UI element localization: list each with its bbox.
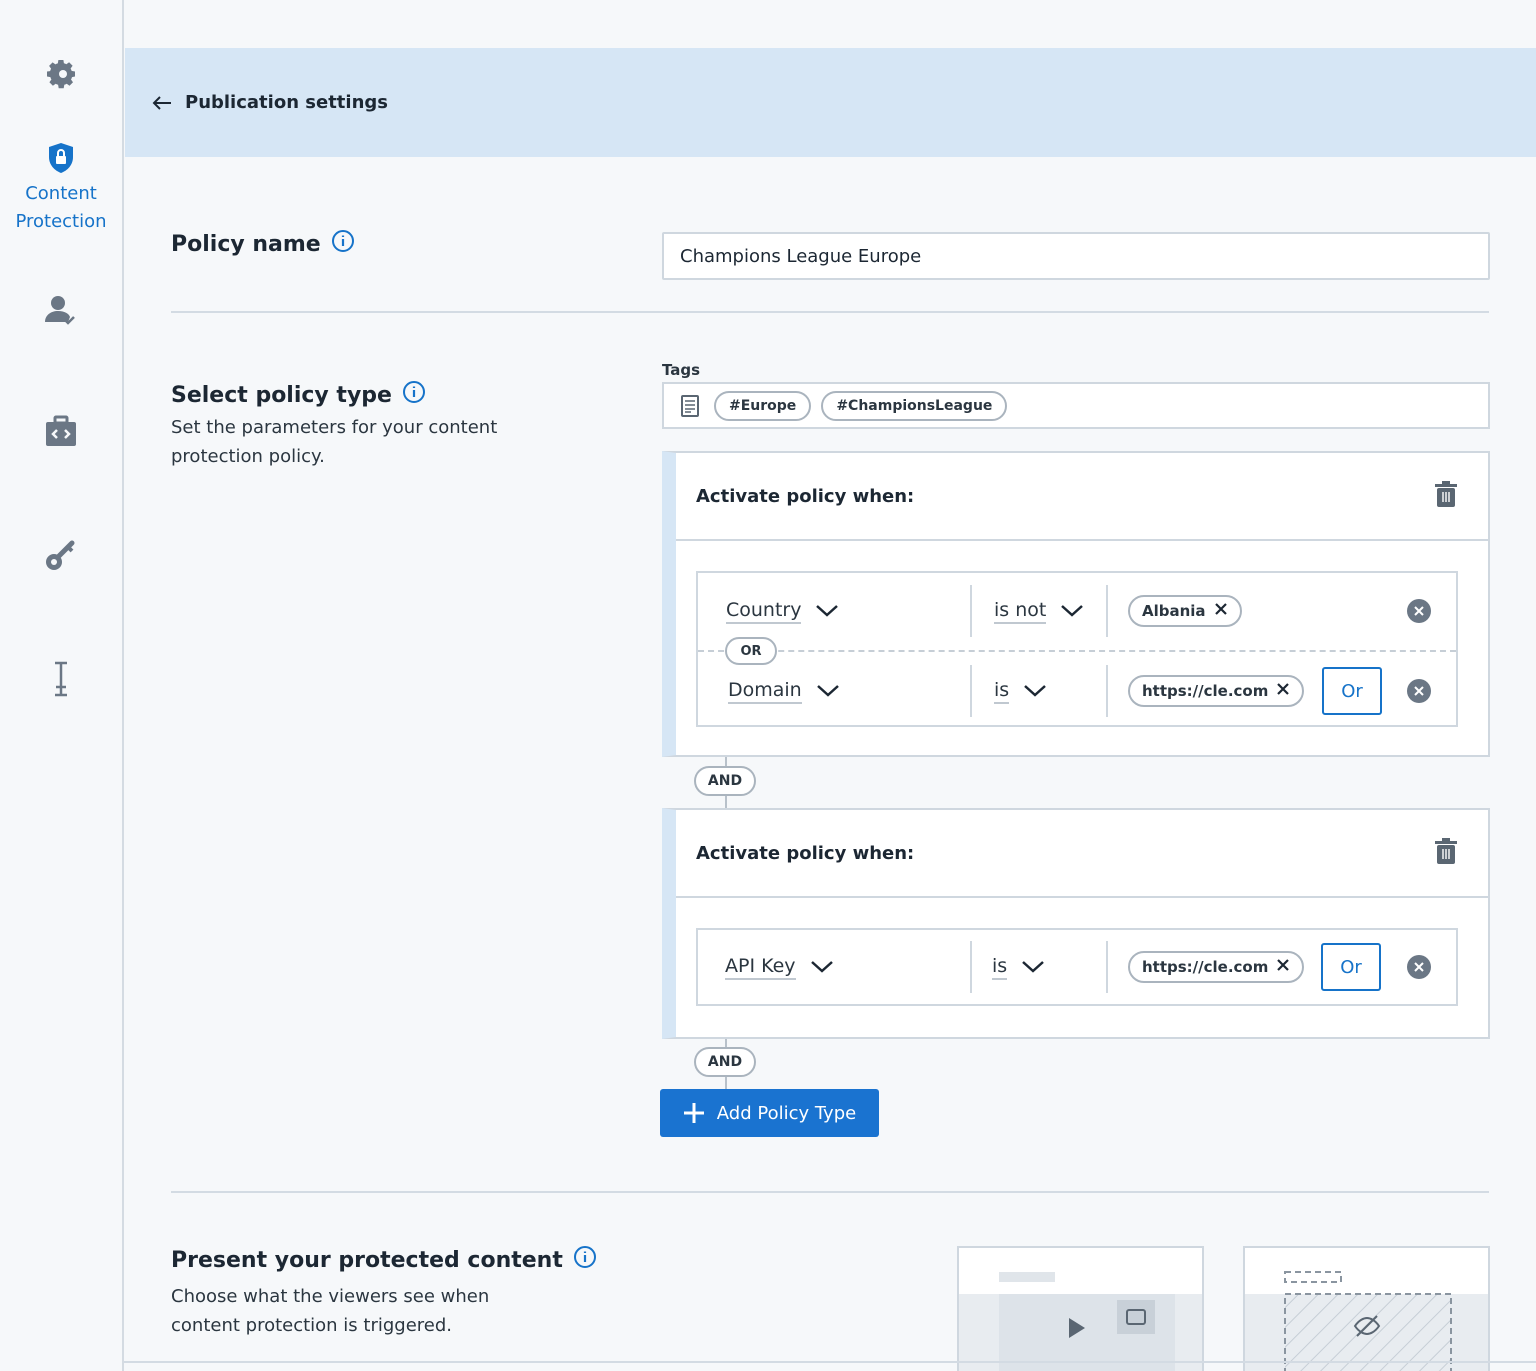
- document-icon: [681, 394, 699, 417]
- card-header: Activate policy when:: [676, 810, 1488, 898]
- present-content-description: Choose what the viewers see when content…: [171, 1286, 490, 1336]
- close-circle-icon: [1407, 679, 1431, 703]
- rule-group: API Key is https://cle.com Or: [696, 928, 1458, 1006]
- info-icon[interactable]: [573, 1245, 597, 1275]
- sidebar-item-settings[interactable]: [0, 58, 122, 90]
- or-divider: [698, 650, 1456, 652]
- operator-select[interactable]: is: [994, 665, 1047, 717]
- policy-name-input[interactable]: [662, 232, 1490, 280]
- and-separator: AND: [694, 766, 756, 796]
- policy-type-label: Select policy type: [171, 382, 392, 408]
- card-title: Activate policy when:: [696, 485, 915, 507]
- rule-group: Country is not Albania OR Domain is http…: [696, 571, 1458, 727]
- value-chip: https://cle.com: [1128, 951, 1305, 983]
- info-icon[interactable]: [331, 229, 355, 259]
- operator-select[interactable]: is not: [994, 585, 1084, 637]
- add-policy-type-button[interactable]: Add Policy Type: [660, 1089, 879, 1137]
- plus-icon: [683, 1103, 704, 1123]
- add-policy-type-label: Add Policy Type: [716, 1102, 857, 1124]
- delete-card-button[interactable]: [1434, 837, 1458, 869]
- arrow-left-icon: [152, 95, 171, 110]
- remove-rule-button[interactable]: [1406, 598, 1432, 628]
- trash-icon: [1435, 838, 1457, 864]
- policy-condition-card: Activate policy when: API Key is https:/…: [662, 808, 1490, 1039]
- chevron-down-icon: [810, 961, 833, 973]
- remove-rule-button[interactable]: [1406, 678, 1432, 708]
- close-circle-icon: [1407, 955, 1431, 979]
- present-content-heading: Present your protected content: [171, 1245, 597, 1275]
- rule-row: Domain is https://cle.com Or: [698, 665, 1456, 717]
- hidden-content-illustration: [1245, 1271, 1488, 1371]
- divider: [171, 311, 1489, 313]
- tags-field[interactable]: #Europe #ChampionsLeague: [662, 382, 1490, 429]
- add-or-button[interactable]: Or: [1321, 943, 1381, 991]
- chevron-down-icon: [1061, 605, 1084, 617]
- tag-chip[interactable]: #Europe: [714, 390, 812, 421]
- sidebar-item-users[interactable]: [0, 292, 122, 328]
- operator-select[interactable]: is: [992, 941, 1045, 993]
- locked-player-illustration: [959, 1272, 1202, 1371]
- card-title: Activate policy when:: [696, 842, 915, 864]
- field-select[interactable]: API Key: [725, 941, 834, 993]
- chevron-down-icon: [1024, 685, 1047, 697]
- policy-type-description: Set the parameters for your content prot…: [171, 417, 498, 467]
- add-or-button[interactable]: Or: [1322, 667, 1382, 715]
- page-title: Publication settings: [185, 92, 388, 113]
- preview-option-hidden[interactable]: [1243, 1246, 1490, 1371]
- chevron-down-icon: [1022, 961, 1045, 973]
- sidebar-item-label: Content Protection: [15, 183, 107, 232]
- or-separator: OR: [725, 637, 777, 665]
- info-icon[interactable]: [402, 380, 426, 410]
- value-chip: Albania: [1128, 595, 1242, 627]
- delete-card-button[interactable]: [1434, 480, 1458, 512]
- sidebar-item-keys[interactable]: [0, 538, 122, 574]
- back-button[interactable]: Publication settings: [151, 92, 388, 113]
- page-header: Publication settings: [125, 48, 1536, 157]
- policy-name-heading: Policy name: [171, 229, 355, 259]
- rule-row: API Key is https://cle.com Or: [698, 941, 1456, 993]
- policy-condition-card: Activate policy when: Country is not Alb…: [662, 451, 1490, 757]
- tags-label: Tags: [662, 361, 701, 379]
- trash-icon: [1435, 481, 1457, 507]
- sidebar: Content Protection: [0, 0, 124, 1371]
- divider: [171, 1191, 1489, 1193]
- present-content-label: Present your protected content: [171, 1247, 563, 1273]
- rule-row: Country is not Albania: [698, 585, 1456, 637]
- sidebar-item-embed[interactable]: [0, 414, 122, 448]
- close-circle-icon: [1407, 599, 1431, 623]
- chevron-down-icon: [816, 605, 839, 617]
- remove-value-icon[interactable]: [1276, 958, 1290, 976]
- sidebar-item-text[interactable]: [0, 660, 122, 698]
- divider: [124, 1361, 1536, 1363]
- key-icon: [46, 540, 75, 570]
- chevron-down-icon: [816, 685, 839, 697]
- policy-name-label: Policy name: [171, 231, 321, 257]
- shield-lock-icon: [49, 143, 73, 173]
- sidebar-item-content-protection[interactable]: Content Protection: [0, 142, 122, 236]
- field-select[interactable]: Country: [726, 585, 839, 637]
- card-header: Activate policy when:: [676, 453, 1488, 541]
- preview-option-locked-player[interactable]: [957, 1246, 1204, 1371]
- remove-value-icon[interactable]: [1276, 682, 1290, 700]
- remove-rule-button[interactable]: [1406, 954, 1432, 984]
- text-cursor-icon: [55, 661, 67, 697]
- policy-type-heading: Select policy type: [171, 380, 426, 410]
- value-chip: https://cle.com: [1128, 675, 1305, 707]
- and-separator: AND: [694, 1047, 756, 1077]
- user-check-icon: [45, 296, 75, 325]
- code-briefcase-icon: [46, 415, 76, 446]
- gear-icon: [47, 60, 75, 89]
- remove-value-icon[interactable]: [1214, 602, 1228, 620]
- field-select[interactable]: Domain: [728, 665, 840, 717]
- tag-chip[interactable]: #ChampionsLeague: [821, 390, 1008, 421]
